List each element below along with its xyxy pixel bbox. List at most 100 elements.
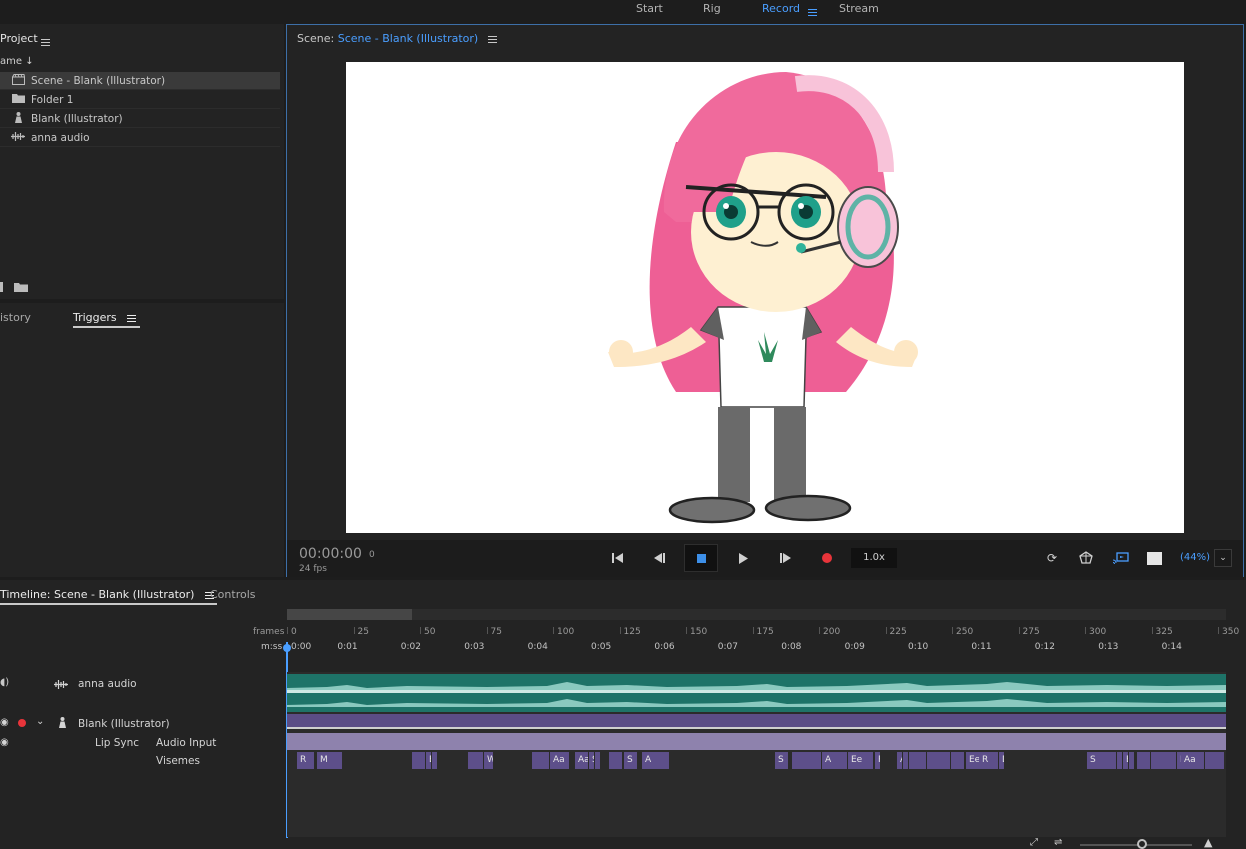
viseme-block[interactable]: M — [317, 752, 343, 769]
visemes-row[interactable]: RMEWAaAaSSASAEeRAaEeRDSEeEAa — [287, 752, 1226, 769]
project-item-audio[interactable]: anna audio — [0, 129, 280, 147]
viseme-block[interactable] — [1205, 752, 1225, 769]
nav-stream[interactable]: Stream — [839, 2, 879, 15]
mountain-zoom-icon[interactable]: ▲ — [1204, 836, 1212, 849]
audio-speaker-icon[interactable]: ◖) — [0, 677, 9, 688]
next-frame-button[interactable] — [775, 548, 795, 568]
stage-canvas[interactable] — [346, 62, 1184, 533]
viseme-block[interactable]: S — [624, 752, 638, 769]
viseme-block[interactable]: R — [297, 752, 315, 769]
viseme-block[interactable] — [609, 752, 623, 769]
zoom-dropdown-chevron-down-icon[interactable]: ⌄ — [1214, 549, 1232, 567]
project-item-scene[interactable]: Scene - Blank (Illustrator) — [0, 72, 280, 90]
zoom-level[interactable]: (44%) — [1180, 552, 1210, 563]
viseme-block[interactable]: R — [875, 752, 881, 769]
viseme-block[interactable] — [1129, 752, 1135, 769]
frame-tick-label: 50 — [424, 627, 436, 637]
viseme-block[interactable] — [1137, 752, 1151, 769]
record-button[interactable] — [817, 548, 837, 568]
name-column-header[interactable]: ame ↓ — [0, 56, 34, 67]
zoom-swap-icon[interactable]: ⇌ — [1054, 837, 1062, 848]
tab-timeline[interactable]: Timeline: Scene - Blank (Illustrator) — [0, 588, 218, 605]
viseme-block[interactable] — [909, 752, 927, 769]
scene-name[interactable]: Scene - Blank (Illustrator) — [338, 32, 478, 45]
scene-title: Scene: Scene - Blank (Illustrator) — [297, 32, 497, 45]
time-tick-label: 0:06 — [654, 642, 675, 652]
audio-track-name[interactable]: anna audio — [78, 678, 137, 690]
time-tick-label: 0:03 — [464, 642, 485, 652]
viseme-block[interactable]: A — [822, 752, 848, 769]
viseme-block[interactable] — [468, 752, 484, 769]
viseme-block[interactable]: Aa — [550, 752, 570, 769]
viseme-block[interactable]: Aa — [575, 752, 589, 769]
ruler-tick — [1018, 627, 1020, 634]
cast-icon[interactable] — [1111, 548, 1131, 568]
lipsync-visibility-eye-icon[interactable]: ◉ — [0, 737, 9, 748]
record-menu-icon[interactable] — [808, 5, 817, 18]
visibility-eye-icon[interactable]: ◉ — [0, 717, 9, 728]
current-time[interactable]: 00:00:00 — [299, 546, 362, 562]
visemes-label: Visemes — [156, 755, 200, 767]
expand-chevron-down-icon[interactable]: ⌄ — [36, 716, 44, 727]
project-item-puppet[interactable]: Blank (Illustrator) — [0, 110, 280, 128]
ruler-tick — [1218, 627, 1219, 634]
viseme-block[interactable] — [595, 752, 601, 769]
viseme-block[interactable] — [532, 752, 550, 769]
tab-history[interactable]: istory — [0, 311, 31, 324]
viseme-block[interactable]: R — [979, 752, 999, 769]
puppet-track-name[interactable]: Blank (Illustrator) — [78, 718, 170, 730]
nav-record[interactable]: Record — [762, 2, 800, 15]
time-tick-label: 0:01 — [337, 642, 358, 652]
project-menu-icon[interactable] — [41, 35, 50, 48]
fit-expand-icon[interactable]: ⤢ — [1030, 837, 1038, 848]
frame-tick-label: 300 — [1089, 627, 1107, 637]
nav-start[interactable]: Start — [636, 2, 663, 15]
viseme-block[interactable] — [432, 752, 438, 769]
track-area[interactable]: RMEWAaAaSSASAEeRAaEeRDSEeEAa — [287, 672, 1226, 837]
go-to-start-button[interactable] — [607, 548, 627, 568]
puppet-track-bar[interactable] — [287, 714, 1226, 727]
arm-record-icon[interactable] — [18, 719, 26, 727]
record-icon — [822, 553, 832, 563]
timeline-zoom-handle[interactable] — [1137, 839, 1147, 849]
timeline-panel: Timeline: Scene - Blank (Illustrator) Co… — [0, 580, 1246, 849]
triggers-panel: istory Triggers — [0, 303, 284, 577]
viseme-block[interactable]: A — [642, 752, 670, 769]
playback-speed[interactable]: 1.0x — [851, 548, 897, 568]
tab-triggers[interactable]: Triggers — [73, 311, 140, 328]
viseme-block[interactable] — [1151, 752, 1177, 769]
timeline-ruler[interactable]: 0 25 50 75 100 125 150 175 200 225 250 275 300 325 350… — [287, 620, 1239, 658]
viseme-block[interactable]: S — [775, 752, 789, 769]
timeline-zoom-slider[interactable] — [1080, 844, 1192, 846]
background-color-swatch[interactable] — [1144, 548, 1164, 568]
viseme-block[interactable] — [951, 752, 965, 769]
audio-input-bar[interactable] — [287, 733, 1226, 750]
step-forward-icon — [779, 553, 791, 563]
project-item-folder[interactable]: Folder 1 — [0, 91, 280, 109]
viseme-block[interactable] — [927, 752, 951, 769]
scene-menu-icon[interactable] — [487, 32, 497, 45]
playhead-handle[interactable] — [283, 644, 291, 652]
viseme-block[interactable]: D — [999, 752, 1005, 769]
nav-rig[interactable]: Rig — [703, 2, 721, 15]
viseme-block[interactable]: W — [484, 752, 494, 769]
audio-waveform-clip[interactable] — [287, 674, 1226, 712]
puppet-track-icon — [58, 717, 67, 731]
new-scene-icon[interactable] — [0, 282, 3, 292]
viseme-block[interactable]: Ee — [848, 752, 874, 769]
stop-button[interactable] — [684, 544, 718, 572]
refresh-icon[interactable]: ⟳ — [1042, 548, 1062, 568]
tab-controls[interactable]: Controls — [210, 588, 256, 601]
viseme-block[interactable]: S — [1087, 752, 1117, 769]
viseme-block[interactable] — [792, 752, 822, 769]
skip-start-icon — [611, 553, 623, 563]
ruler-tick — [686, 627, 687, 634]
viseme-block[interactable] — [412, 752, 426, 769]
viseme-block[interactable]: Aa — [1181, 752, 1205, 769]
viseme-block[interactable]: Ee — [966, 752, 980, 769]
new-folder-icon[interactable] — [14, 282, 28, 295]
render-icon[interactable] — [1076, 548, 1096, 568]
previous-frame-button[interactable] — [649, 548, 669, 568]
time-tick-label: 0:02 — [400, 642, 422, 652]
play-button[interactable] — [733, 548, 753, 568]
